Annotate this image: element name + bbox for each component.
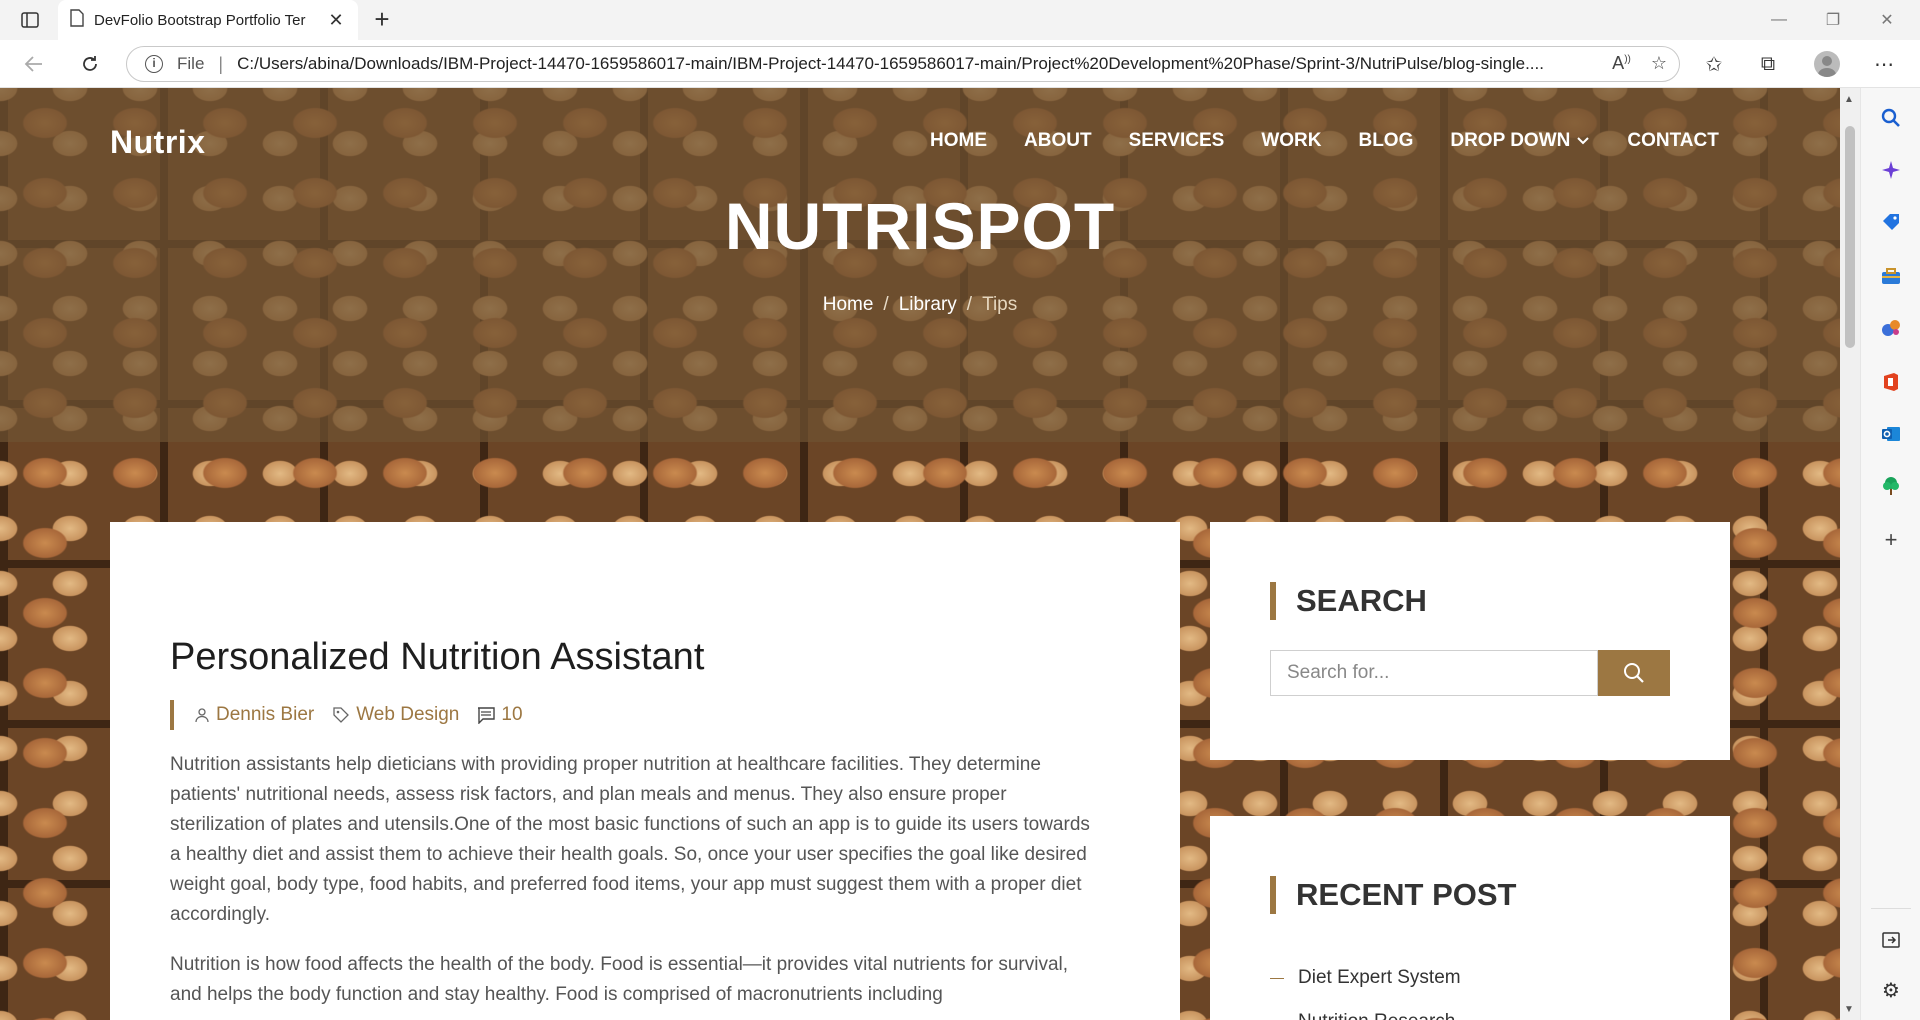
site-logo[interactable]: Nutrix	[110, 124, 205, 161]
comments-meta[interactable]: 10	[477, 704, 523, 726]
breadcrumb-library[interactable]: Library	[899, 294, 957, 315]
comment-icon	[478, 706, 496, 724]
recent-post-item[interactable]: Nutrition Research	[1270, 1000, 1461, 1020]
back-button[interactable]	[16, 48, 52, 80]
office-icon[interactable]	[1879, 370, 1903, 394]
edge-sidebar: + ⚙	[1860, 88, 1920, 1020]
nav-blog[interactable]: BLOG	[1358, 130, 1413, 152]
nav-services[interactable]: SERVICES	[1129, 130, 1225, 152]
favorite-add-icon[interactable]: ☆	[1651, 53, 1667, 74]
favorites-icon[interactable]: ✩	[1696, 48, 1732, 80]
category-name: Web Design	[356, 704, 460, 725]
info-icon[interactable]: i	[145, 55, 163, 73]
tools-icon[interactable]	[1879, 264, 1903, 288]
browser-tab[interactable]: DevFolio Bootstrap Portfolio Ter ✕	[58, 0, 358, 40]
tab-actions-icon[interactable]	[14, 8, 46, 32]
breadcrumb-current: Tips	[982, 294, 1018, 315]
breadcrumb-separator: /	[883, 294, 889, 315]
read-aloud-icon[interactable]: A))	[1612, 53, 1631, 74]
scroll-down-icon[interactable]: ▼	[1844, 1004, 1854, 1015]
breadcrumb-home[interactable]: Home	[823, 294, 874, 315]
url-text[interactable]: C:/Users/abina/Downloads/IBM-Project-144…	[237, 54, 1587, 74]
more-options-icon[interactable]: ⋯	[1866, 48, 1902, 80]
minimize-icon[interactable]: —	[1752, 0, 1806, 40]
dash-icon	[1270, 977, 1284, 979]
new-tab-button[interactable]: +	[366, 4, 398, 36]
article-title: Personalized Nutrition Assistant	[170, 636, 705, 678]
outlook-icon[interactable]	[1879, 422, 1903, 446]
shopping-icon[interactable]	[1879, 210, 1903, 234]
breadcrumb-separator: /	[966, 294, 973, 315]
page-icon	[70, 8, 84, 32]
article-meta: Dennis Bier Web Design 10	[170, 700, 523, 730]
author-name: Dennis Bier	[216, 704, 315, 725]
profile-avatar[interactable]	[1814, 51, 1840, 77]
restore-icon[interactable]: ❐	[1806, 0, 1860, 40]
article-card: Personalized Nutrition Assistant Dennis …	[110, 522, 1180, 1020]
comment-count: 10	[501, 704, 523, 725]
nav-work[interactable]: WORK	[1261, 130, 1321, 152]
nav-home[interactable]: HOME	[930, 130, 987, 152]
close-tab-icon[interactable]: ✕	[326, 10, 346, 31]
separator: |	[218, 53, 224, 74]
article-paragraph: Nutrition is how food affects the health…	[170, 954, 1069, 1005]
divider	[1871, 908, 1911, 909]
category-meta[interactable]: Web Design	[332, 704, 459, 726]
page-viewport: Nutrix HOME ABOUT SERVICES WORK BLOG DRO…	[0, 88, 1840, 1020]
tab-bar: DevFolio Bootstrap Portfolio Ter ✕ + — ❐…	[0, 0, 1920, 40]
search-form	[1270, 650, 1670, 696]
sidebar-collapse-icon[interactable]	[1879, 928, 1903, 952]
main-navigation: HOME ABOUT SERVICES WORK BLOG DROP DOWN …	[930, 130, 1719, 152]
file-label: File	[177, 54, 205, 73]
author-meta[interactable]: Dennis Bier	[194, 704, 314, 726]
recent-post-list: Diet Expert System Nutrition Research	[1270, 956, 1461, 1020]
address-field[interactable]: i File | C:/Users/abina/Downloads/IBM-Pr…	[126, 46, 1680, 82]
search-widget: SEARCH	[1210, 522, 1730, 760]
settings-gear-icon[interactable]: ⚙	[1879, 978, 1903, 1002]
search-button[interactable]	[1598, 650, 1670, 696]
recent-post-title: Diet Expert System	[1298, 967, 1461, 988]
recent-post-title: Nutrition Research	[1298, 1011, 1455, 1020]
scrollbar-thumb[interactable]	[1845, 126, 1855, 348]
tree-icon[interactable]	[1879, 474, 1903, 498]
search-widget-title: SEARCH	[1270, 582, 1427, 620]
add-icon[interactable]: +	[1879, 527, 1903, 552]
hero-title: NUTRISPOT	[724, 189, 1116, 263]
address-bar-row: i File | C:/Users/abina/Downloads/IBM-Pr…	[0, 40, 1920, 88]
recent-post-item[interactable]: Diet Expert System	[1270, 956, 1461, 1000]
person-icon	[195, 708, 209, 723]
article-paragraph: Nutrition assistants help dieticians wit…	[170, 754, 1090, 925]
games-icon[interactable]	[1879, 316, 1903, 340]
search-icon[interactable]	[1879, 106, 1903, 130]
recent-posts-widget: RECENT POST Diet Expert System Nutrition…	[1210, 816, 1730, 1020]
breadcrumb: Home / Library / Tips	[0, 294, 1840, 316]
copilot-icon[interactable]	[1879, 158, 1903, 182]
nav-dropdown-label: DROP DOWN	[1450, 130, 1571, 151]
nav-about[interactable]: ABOUT	[1024, 130, 1092, 152]
window-close-icon[interactable]: ✕	[1860, 0, 1914, 40]
tab-title: DevFolio Bootstrap Portfolio Ter	[94, 11, 306, 29]
scroll-up-icon[interactable]: ▲	[1844, 94, 1854, 105]
search-icon	[1624, 663, 1644, 683]
refresh-button[interactable]	[72, 48, 108, 80]
tag-icon	[333, 707, 350, 723]
recent-widget-title: RECENT POST	[1270, 876, 1516, 914]
chevron-down-icon	[1577, 137, 1590, 145]
collections-icon[interactable]: ⧉	[1750, 48, 1786, 80]
search-input[interactable]	[1270, 650, 1598, 696]
nav-dropdown[interactable]: DROP DOWN	[1450, 130, 1590, 152]
nav-contact[interactable]: CONTACT	[1627, 130, 1718, 152]
